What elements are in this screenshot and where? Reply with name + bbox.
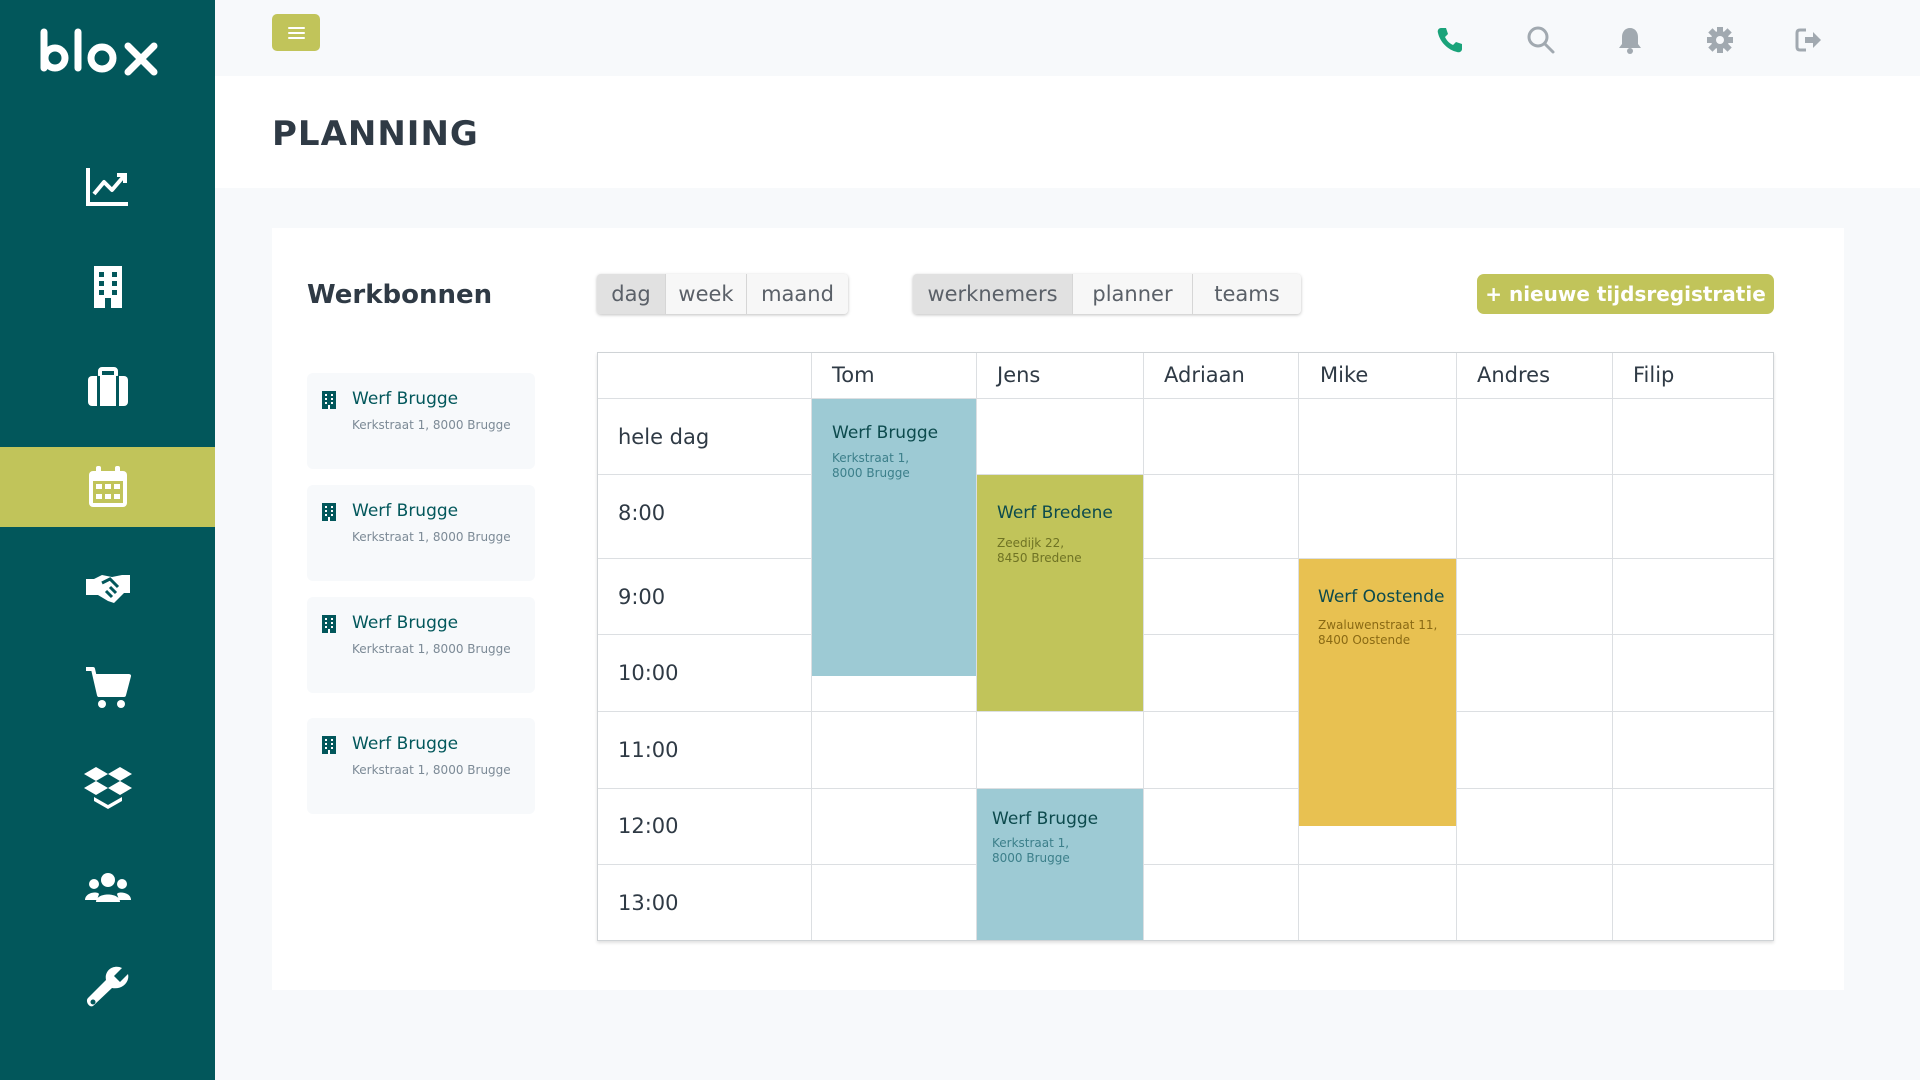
sidebar-item-planning[interactable] [0, 447, 215, 527]
view-toggle: dag week maand [597, 274, 848, 314]
grid-line [598, 634, 1773, 635]
sidebar-item-orders[interactable] [0, 647, 215, 727]
column-header-mike[interactable]: Mike [1320, 363, 1368, 387]
hamburger-icon-line [287, 31, 305, 34]
sidebar-item-stock[interactable] [0, 747, 215, 827]
event-address-line1: Zeedijk 22, [997, 536, 1065, 550]
row-label-11: 11:00 [618, 738, 679, 762]
event-title: Werf Brugge [992, 809, 1099, 829]
wrench-icon [86, 966, 128, 1007]
view-option-week[interactable]: week [666, 274, 747, 314]
event-jens-werf-brugge[interactable]: Werf Brugge Kerkstraat 1, 8000 Brugge [977, 789, 1143, 940]
planning-calendar: Tom Jens Adriaan Mike Andres Filip hele … [597, 352, 1774, 941]
blox-logo[interactable] [38, 28, 166, 78]
event-address-line2: 8450 Bredene [997, 551, 1082, 565]
event-address-line1: Zwaluwenstraat 11, [1318, 618, 1438, 632]
workorder-title: Werf Brugge [352, 389, 459, 409]
workorder-card[interactable]: Werf Brugge Kerkstraat 1, 8000 Brugge [307, 373, 535, 469]
menu-toggle-button[interactable] [272, 14, 320, 51]
logout-icon[interactable] [1791, 22, 1827, 58]
column-header-filip[interactable]: Filip [1633, 363, 1674, 387]
title-band: PLANNING [215, 76, 1920, 188]
building-icon [93, 266, 122, 308]
column-header-adriaan[interactable]: Adriaan [1164, 363, 1245, 387]
calendar-icon [88, 466, 127, 507]
workorder-card[interactable]: Werf Brugge Kerkstraat 1, 8000 Brugge [307, 485, 535, 581]
hamburger-icon [287, 26, 305, 29]
event-address-line2: 8000 Brugge [832, 466, 910, 480]
grid-line [598, 711, 1773, 712]
sidebar-item-jobs[interactable] [0, 348, 215, 428]
group-option-teams[interactable]: teams [1193, 274, 1301, 314]
workorder-title: Werf Brugge [352, 613, 459, 633]
row-label-10: 10:00 [618, 661, 679, 685]
group-option-employees[interactable]: werknemers [913, 274, 1073, 314]
event-address-line2: 8400 Oostende [1318, 633, 1411, 647]
group-toggle: werknemers planner teams [913, 274, 1301, 314]
new-time-registration-button[interactable]: + nieuwe tijdsregistratie [1477, 274, 1774, 314]
building-icon [322, 736, 336, 754]
event-address-line1: Kerkstraat 1, [992, 836, 1070, 850]
bell-icon[interactable] [1612, 22, 1648, 58]
grid-line [1143, 353, 1144, 940]
workorder-card[interactable]: Werf Brugge Kerkstraat 1, 8000 Brugge [307, 718, 535, 814]
building-icon [322, 615, 336, 633]
workorder-address: Kerkstraat 1, 8000 Brugge [352, 642, 511, 656]
column-header-andres[interactable]: Andres [1477, 363, 1550, 387]
workorder-title: Werf Brugge [352, 734, 459, 754]
page-title: PLANNING [272, 114, 479, 154]
workorder-card[interactable]: Werf Brugge Kerkstraat 1, 8000 Brugge [307, 597, 535, 693]
event-address-line1: Kerkstraat 1, [832, 451, 910, 465]
workorder-address: Kerkstraat 1, 8000 Brugge [352, 418, 511, 432]
view-option-month[interactable]: maand [747, 274, 848, 314]
event-title: Werf Brugge [832, 423, 939, 443]
row-label-9: 9:00 [618, 585, 666, 609]
phone-icon[interactable] [1432, 22, 1468, 58]
row-label-8: 8:00 [618, 501, 666, 525]
grid-line [598, 788, 1773, 789]
sidebar [0, 0, 215, 1080]
handshake-icon [85, 575, 130, 603]
sidebar-item-buildings[interactable] [0, 247, 215, 327]
topbar [215, 0, 1920, 76]
building-icon [322, 503, 336, 521]
sidebar-item-users[interactable] [0, 848, 215, 928]
search-icon[interactable] [1523, 22, 1559, 58]
event-jens-werf-bredene[interactable]: Werf Bredene Zeedijk 22, 8450 Bredene [977, 475, 1143, 711]
gear-icon[interactable] [1702, 22, 1738, 58]
grid-line [1456, 353, 1457, 940]
sidebar-item-relations[interactable] [0, 547, 215, 627]
event-title: Werf Oostende [1318, 587, 1445, 607]
grid-line [598, 398, 1773, 399]
grid-line [598, 474, 1773, 475]
workorder-address: Kerkstraat 1, 8000 Brugge [352, 530, 511, 544]
row-label-all-day: hele dag [618, 425, 710, 449]
event-mike-werf-oostende[interactable]: Werf Oostende Zwaluwenstraat 11, 8400 Oo… [1299, 559, 1456, 826]
grid-line [598, 864, 1773, 865]
sidebar-item-dashboard[interactable] [0, 146, 215, 226]
briefcase-icon [87, 367, 128, 406]
sidebar-item-tools[interactable] [0, 948, 215, 1028]
event-title: Werf Bredene [997, 503, 1113, 523]
column-header-jens[interactable]: Jens [997, 363, 1040, 387]
column-header-tom[interactable]: Tom [832, 363, 875, 387]
workorder-address: Kerkstraat 1, 8000 Brugge [352, 763, 511, 777]
event-address-line2: 8000 Brugge [992, 851, 1070, 865]
row-label-12: 12:00 [618, 814, 679, 838]
hamburger-icon-line [287, 36, 305, 39]
users-icon [84, 873, 131, 902]
event-tom-werf-brugge[interactable]: Werf Brugge Kerkstraat 1, 8000 Brugge [812, 399, 976, 676]
row-label-13: 13:00 [618, 891, 679, 915]
workorders-title: Werkbonnen [307, 280, 493, 310]
chart-line-icon [85, 168, 128, 206]
grid-line [598, 558, 1773, 559]
grid-line [1612, 353, 1613, 940]
group-option-planner[interactable]: planner [1073, 274, 1193, 314]
planning-card: Werkbonnen dag week maand werknemers pla… [272, 228, 1844, 990]
cart-icon [85, 667, 131, 708]
boxes-icon [83, 767, 132, 809]
view-option-day[interactable]: dag [597, 274, 666, 314]
workorder-title: Werf Brugge [352, 501, 459, 521]
building-icon [322, 391, 336, 409]
